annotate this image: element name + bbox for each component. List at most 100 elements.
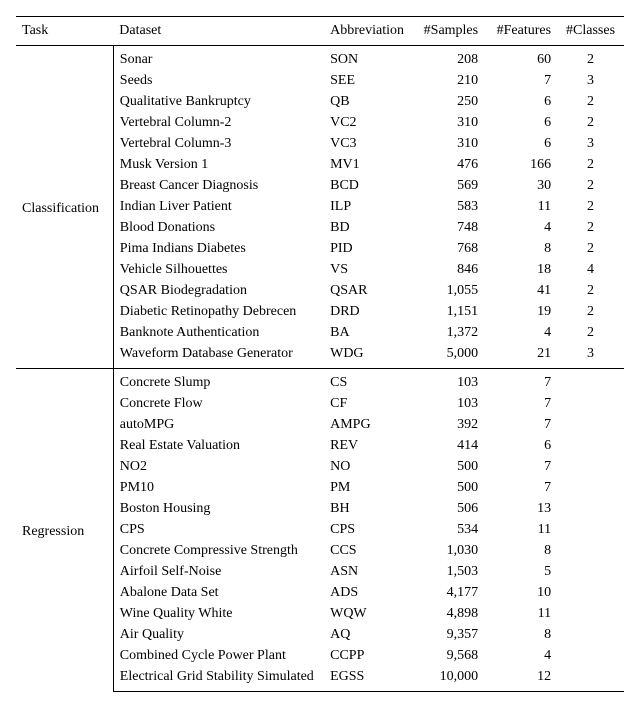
cell-features: 8: [484, 625, 557, 646]
cell-classes: [557, 541, 624, 562]
cell-features: 13: [484, 499, 557, 520]
table-row: ClassificationSonarSON208602: [16, 46, 624, 71]
cell-features: 6: [484, 134, 557, 155]
cell-dataset: Electrical Grid Stability Simulated: [113, 667, 324, 692]
cell-dataset: CPS: [113, 520, 324, 541]
cell-dataset: Vehicle Silhouettes: [113, 260, 324, 281]
cell-classes: [557, 562, 624, 583]
cell-features: 8: [484, 541, 557, 562]
cell-abbr: CF: [324, 394, 411, 415]
cell-features: 4: [484, 646, 557, 667]
cell-samples: 414: [411, 436, 484, 457]
cell-features: 6: [484, 92, 557, 113]
cell-classes: 3: [557, 134, 624, 155]
cell-dataset: Combined Cycle Power Plant: [113, 646, 324, 667]
cell-dataset: Waveform Database Generator: [113, 344, 324, 369]
header-features: #Features: [484, 17, 557, 46]
cell-dataset: Concrete Flow: [113, 394, 324, 415]
cell-classes: 2: [557, 176, 624, 197]
cell-dataset: Indian Liver Patient: [113, 197, 324, 218]
cell-abbr: MV1: [324, 155, 411, 176]
cell-classes: 2: [557, 46, 624, 71]
cell-features: 4: [484, 323, 557, 344]
cell-samples: 392: [411, 415, 484, 436]
cell-abbr: CPS: [324, 520, 411, 541]
table-row: RegressionConcrete SlumpCS1037: [16, 369, 624, 394]
cell-features: 6: [484, 436, 557, 457]
cell-dataset: Seeds: [113, 71, 324, 92]
cell-samples: 9,568: [411, 646, 484, 667]
cell-dataset: Musk Version 1: [113, 155, 324, 176]
cell-abbr: CS: [324, 369, 411, 394]
cell-abbr: REV: [324, 436, 411, 457]
cell-samples: 768: [411, 239, 484, 260]
cell-samples: 1,055: [411, 281, 484, 302]
cell-samples: 506: [411, 499, 484, 520]
cell-abbr: SEE: [324, 71, 411, 92]
cell-samples: 4,898: [411, 604, 484, 625]
cell-features: 12: [484, 667, 557, 692]
cell-samples: 1,030: [411, 541, 484, 562]
task-label: Classification: [16, 46, 113, 369]
cell-dataset: Air Quality: [113, 625, 324, 646]
cell-classes: [557, 625, 624, 646]
cell-dataset: autoMPG: [113, 415, 324, 436]
cell-dataset: Real Estate Valuation: [113, 436, 324, 457]
cell-dataset: Blood Donations: [113, 218, 324, 239]
cell-features: 5: [484, 562, 557, 583]
cell-samples: 569: [411, 176, 484, 197]
header-samples: #Samples: [411, 17, 484, 46]
cell-abbr: BA: [324, 323, 411, 344]
cell-samples: 1,151: [411, 302, 484, 323]
cell-features: 7: [484, 71, 557, 92]
cell-classes: 2: [557, 239, 624, 260]
cell-features: 7: [484, 369, 557, 394]
cell-classes: [557, 436, 624, 457]
cell-dataset: Sonar: [113, 46, 324, 71]
cell-dataset: Banknote Authentication: [113, 323, 324, 344]
cell-samples: 846: [411, 260, 484, 281]
cell-classes: 3: [557, 71, 624, 92]
cell-abbr: BCD: [324, 176, 411, 197]
cell-samples: 1,372: [411, 323, 484, 344]
cell-classes: 2: [557, 302, 624, 323]
cell-features: 41: [484, 281, 557, 302]
cell-dataset: Concrete Compressive Strength: [113, 541, 324, 562]
cell-abbr: PM: [324, 478, 411, 499]
cell-samples: 500: [411, 478, 484, 499]
cell-features: 7: [484, 478, 557, 499]
cell-dataset: Wine Quality White: [113, 604, 324, 625]
cell-features: 11: [484, 520, 557, 541]
cell-abbr: AMPG: [324, 415, 411, 436]
cell-abbr: DRD: [324, 302, 411, 323]
cell-classes: 2: [557, 113, 624, 134]
cell-samples: 310: [411, 113, 484, 134]
cell-samples: 250: [411, 92, 484, 113]
cell-abbr: NO: [324, 457, 411, 478]
cell-classes: [557, 520, 624, 541]
cell-classes: [557, 369, 624, 394]
cell-samples: 103: [411, 369, 484, 394]
header-dataset: Dataset: [113, 17, 324, 46]
cell-classes: [557, 499, 624, 520]
cell-classes: 2: [557, 155, 624, 176]
cell-abbr: BD: [324, 218, 411, 239]
cell-abbr: AQ: [324, 625, 411, 646]
cell-features: 7: [484, 394, 557, 415]
cell-features: 7: [484, 415, 557, 436]
cell-classes: [557, 646, 624, 667]
cell-features: 6: [484, 113, 557, 134]
cell-classes: 3: [557, 344, 624, 369]
cell-abbr: BH: [324, 499, 411, 520]
cell-samples: 1,503: [411, 562, 484, 583]
cell-abbr: PID: [324, 239, 411, 260]
cell-samples: 5,000: [411, 344, 484, 369]
cell-abbr: WQW: [324, 604, 411, 625]
cell-classes: 2: [557, 92, 624, 113]
header-classes: #Classes: [557, 17, 624, 46]
cell-dataset: Diabetic Retinopathy Debrecen: [113, 302, 324, 323]
cell-dataset: QSAR Biodegradation: [113, 281, 324, 302]
cell-dataset: Airfoil Self-Noise: [113, 562, 324, 583]
cell-abbr: CCS: [324, 541, 411, 562]
cell-classes: [557, 583, 624, 604]
